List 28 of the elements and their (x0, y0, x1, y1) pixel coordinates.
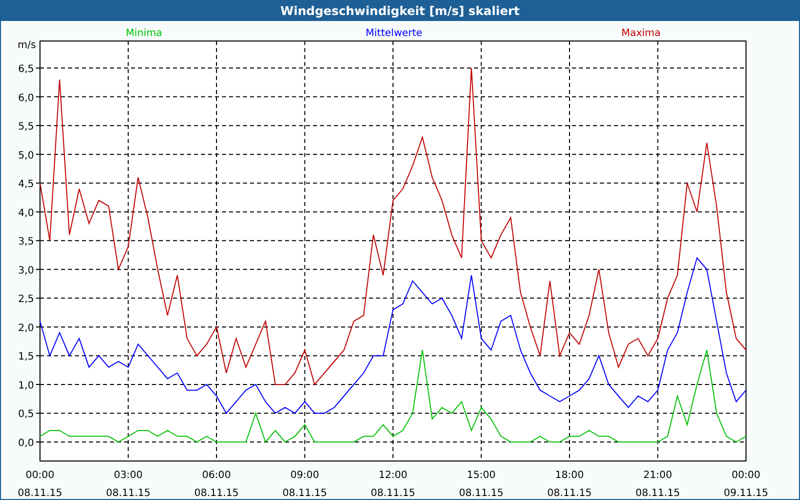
y-axis-label: 1,5 (18, 352, 34, 363)
y-axis-label: 6,5 (18, 64, 34, 76)
y-axis-label: 4,5 (18, 179, 34, 190)
x-axis-label: 21:00 08.11.15 (635, 470, 680, 499)
x-axis-label: 15:00 08.11.15 (458, 470, 504, 499)
legend-label: Minima (126, 28, 162, 39)
y-axis-label: 2,5 (18, 294, 34, 306)
y-axis-label: 5,5 (18, 122, 34, 133)
x-axis-label: 00:00 09.11.15 (724, 470, 768, 499)
y-axis-label: 4,0 (18, 208, 34, 219)
legend-label: Mittelwerte (366, 28, 422, 39)
y-axis-label: 3,0 (18, 265, 34, 276)
legend-label: Maxima (621, 28, 661, 39)
y-axis-label: 3,5 (18, 236, 34, 248)
y-axis-label: 6,0 (18, 92, 34, 104)
x-axis-label: 18:00 08.11.15 (547, 470, 592, 499)
y-axis-label: 0,0 (18, 438, 34, 450)
x-axis-label: 00:00 08.11.15 (18, 470, 62, 499)
x-axis-label: 03:00 08.11.15 (106, 470, 151, 499)
window-title: Windgeschwindigkeit [m/s] skaliert (280, 4, 520, 18)
y-axis-label: 0,5 (18, 409, 34, 420)
y-axis-label: 5,0 (18, 150, 34, 162)
x-axis-label: 09:00 08.11.15 (282, 470, 328, 499)
x-axis-label: 06:00 08.11.15 (194, 470, 239, 499)
y-axis-label: 1,0 (18, 380, 34, 392)
y-axis-label: 2,0 (18, 322, 34, 334)
y-axis-title: m/s (18, 40, 36, 51)
x-axis-label: 12:00 08.11.15 (370, 470, 416, 499)
